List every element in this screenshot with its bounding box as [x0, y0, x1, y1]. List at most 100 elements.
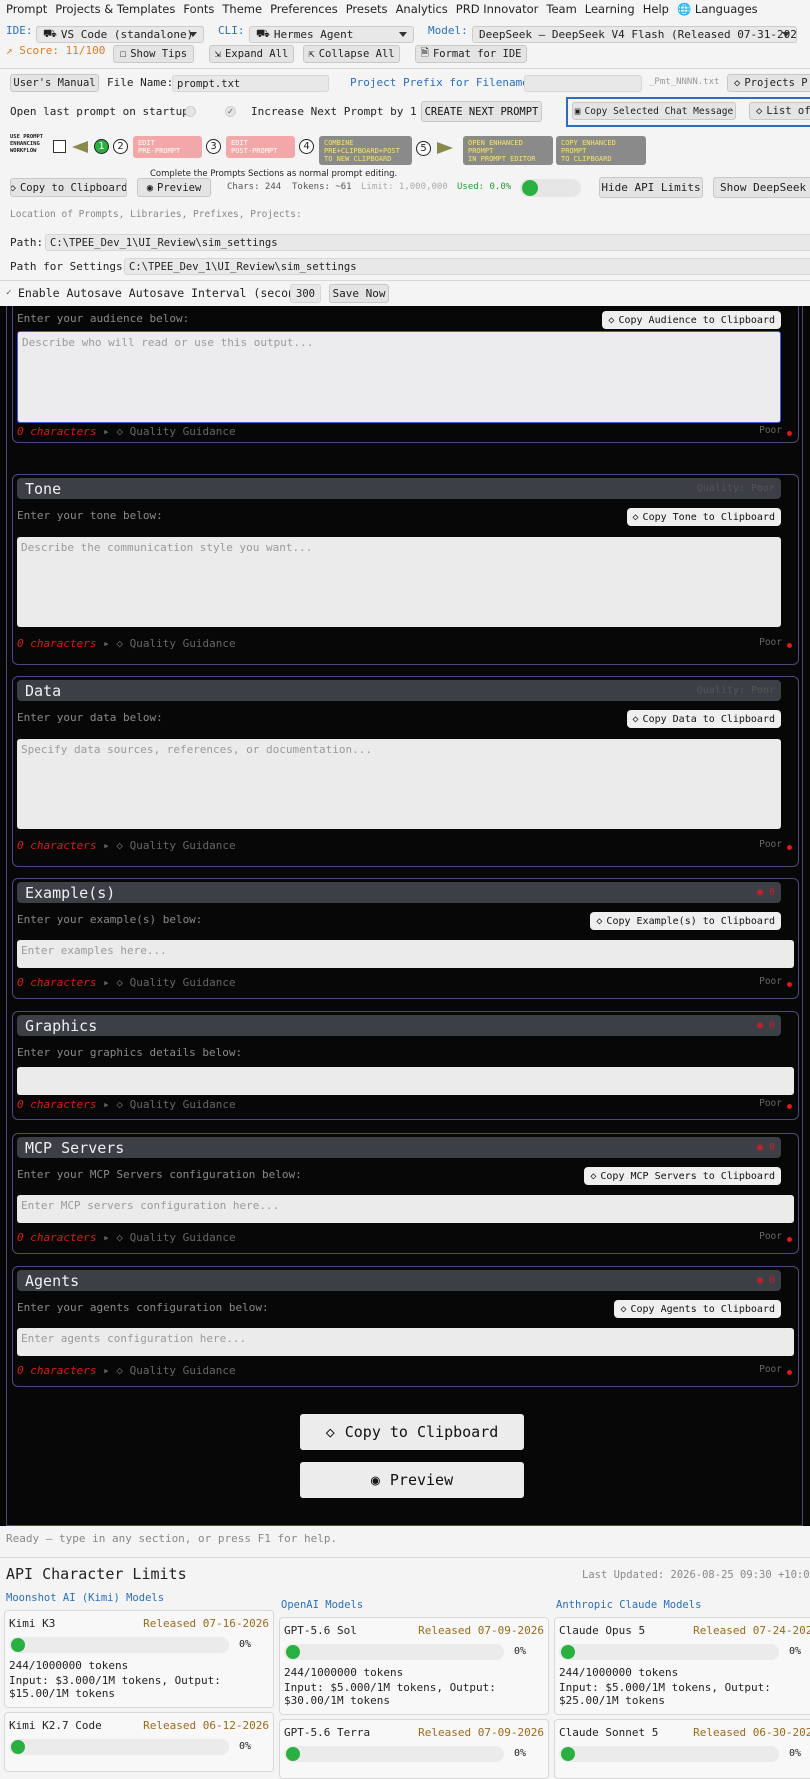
autosave-interval-input[interactable]: 300 [290, 284, 321, 303]
copy-data-button[interactable]: ◇ Copy Data to Clipboard [626, 710, 781, 728]
copy-to-clipboard-button[interactable]: ◇ Copy to Clipboard [10, 178, 127, 197]
graphics-quality: ● 0 [756, 1019, 775, 1031]
graphics-header[interactable]: Graphics ● 0 [17, 1015, 781, 1036]
cli-select-value: Hermes Agent [273, 28, 354, 41]
bottom-preview-button[interactable]: ◉ Preview [300, 1462, 524, 1498]
copy-examples-button[interactable]: ◇ Copy Example(s) to Clipboard [590, 912, 781, 930]
data-header[interactable]: Data Quality: Poor [17, 680, 781, 701]
location-label: Location of Prompts, Libraries, Prefixes… [10, 209, 302, 220]
agents-input[interactable]: Enter agents configuration here... [17, 1328, 794, 1356]
open-enhanced-button[interactable]: OPEN ENHANCED PROMPT IN PROMPT EDITOR [463, 136, 553, 165]
menu-prompt[interactable]: Prompt [6, 2, 47, 16]
quality-guidance-toggle[interactable]: ▸ ◇ Quality Guidance [103, 839, 235, 852]
settings-path-input[interactable]: C:\TPEE_Dev_1\UI_Review\sim_settings [124, 258, 810, 275]
graphics-input[interactable] [17, 1067, 794, 1095]
usage-percent: 0% [789, 1748, 802, 1759]
ide-select[interactable]: ⛟ VS Code (standalone) [36, 26, 204, 43]
clipboard-icon: ◇ [325, 1423, 335, 1441]
copy-tone-label: Copy Tone to Clipboard [642, 511, 775, 523]
examples-header[interactable]: Example(s) ● 0 [17, 882, 781, 903]
edit-post-prompt-button[interactable]: EDIT POST-PROMPT [226, 136, 295, 158]
status-dot-icon [787, 1237, 792, 1242]
menu-team[interactable]: Team [546, 2, 576, 16]
model-select[interactable]: DeepSeek — DeepSeek V4 Flash (Released 0… [472, 26, 797, 43]
menu-projects-templates[interactable]: Projects & Templates [55, 2, 175, 16]
tone-textarea[interactable]: Describe the communication style you wan… [17, 537, 781, 627]
pricing: Input: $3.000/1M tokens, Output: $15.00/… [9, 1674, 221, 1700]
menu-learning[interactable]: Learning [585, 2, 635, 16]
mcp-footer: 0 characters ▸ ◇ Quality Guidance Poor [17, 1231, 794, 1245]
autosave-checkbox[interactable]: ✓ [6, 288, 11, 298]
collapse-all-button[interactable]: ⇱ Collapse All [303, 45, 400, 63]
tag-icon: ◇ [756, 105, 763, 117]
quality-guidance-toggle[interactable]: ▸ ◇ Quality Guidance [103, 976, 235, 989]
quality-guidance-toggle[interactable]: ▸ ◇ Quality Guidance [103, 1098, 235, 1111]
audience-textarea[interactable]: Describe who will read or use this outpu… [17, 331, 781, 423]
quality-guidance-toggle[interactable]: ▸ ◇ Quality Guidance [103, 1364, 235, 1377]
save-now-button[interactable]: Save Now [329, 284, 389, 303]
menu-fonts[interactable]: Fonts [183, 2, 214, 16]
prefix-input[interactable] [524, 75, 642, 92]
preview-button[interactable]: ◉ Preview [137, 178, 211, 197]
cli-select[interactable]: ⛟ Hermes Agent [249, 26, 414, 43]
clipboard-icon: ◇ [596, 915, 603, 927]
show-tips-button[interactable]: ☐ Show Tips [113, 45, 194, 63]
copy-selected-label: Copy Selected Chat Message [584, 105, 734, 117]
create-next-prompt-button[interactable]: CREATE NEXT PROMPT [421, 101, 542, 122]
tone-quality: Quality: Poor [696, 482, 775, 494]
usage-percent: 0% [789, 1646, 802, 1657]
examples-footer: 0 characters ▸ ◇ Quality Guidance Poor [17, 976, 794, 990]
expand-all-button[interactable]: ⇲ Expand All [209, 45, 294, 63]
chevron-down-icon [782, 31, 790, 37]
format-ide-button[interactable]: 🗎 Format for IDE [415, 45, 527, 63]
tone-header[interactable]: Tone Quality: Poor [17, 478, 781, 499]
clipboard-icon: ◇ [632, 511, 639, 523]
audience-footer: 0 characters ▸ ◇ Quality Guidance Poor [17, 425, 794, 439]
quality-guidance-label: Quality Guidance [129, 1364, 236, 1377]
open-last-toggle[interactable] [185, 106, 196, 117]
edit-pre-prompt-button[interactable]: EDIT PRE-PROMPT [133, 136, 202, 158]
users-manual-button[interactable]: User's Manual [10, 74, 99, 92]
bottom-copy-to-clipboard-button[interactable]: ◇ Copy to Clipboard [300, 1414, 524, 1450]
clipboard-icon: ◇ [620, 1303, 627, 1315]
quality-guidance-toggle[interactable]: ▸ ◇ Quality Guidance [103, 637, 235, 650]
menu-languages[interactable]: 🌐 Languages [677, 2, 758, 16]
workflow-checkbox[interactable] [53, 140, 66, 153]
increase-next-checkbox[interactable]: ✓ [225, 106, 236, 117]
menu-help[interactable]: Help [643, 2, 669, 16]
list-of-button[interactable]: ◇ List of [749, 102, 810, 120]
copy-agents-button[interactable]: ◇ Copy Agents to Clipboard [614, 1300, 781, 1318]
mcp-input[interactable]: Enter MCP servers configuration here... [17, 1195, 794, 1223]
usage-percent: 0% [514, 1646, 527, 1657]
usage-bar [559, 1746, 779, 1762]
copy-tone-button[interactable]: ◇ Copy Tone to Clipboard [626, 508, 781, 526]
copy-audience-button[interactable]: ◇ Copy Audience to Clipboard [602, 311, 781, 329]
usage-bar-knob [522, 180, 538, 196]
menu-preferences[interactable]: Preferences [270, 2, 338, 16]
mcp-header[interactable]: MCP Servers ● 0 [17, 1137, 781, 1158]
quality-guidance-toggle[interactable]: ▸ ◇ Quality Guidance [103, 425, 235, 438]
quality-guidance-toggle[interactable]: ▸ ◇ Quality Guidance [103, 1231, 235, 1244]
path-input[interactable]: C:\TPEE_Dev_1\UI_Review\sim_settings [45, 234, 810, 251]
menu-analytics[interactable]: Analytics [396, 2, 448, 16]
data-textarea[interactable]: Specify data sources, references, or doc… [17, 739, 781, 829]
projects-button[interactable]: ◇ Projects P [727, 74, 810, 92]
step-3-icon: 3 [206, 139, 221, 154]
hide-api-limits-button[interactable]: Hide API Limits [599, 177, 703, 198]
menu-theme[interactable]: Theme [222, 2, 262, 16]
menu-presets[interactable]: Presets [346, 2, 388, 16]
quality-guidance-label: Quality Guidance [129, 425, 236, 438]
agents-header[interactable]: Agents ● 0 [17, 1270, 781, 1291]
copy-mcp-button[interactable]: ◇ Copy MCP Servers to Clipboard [584, 1167, 781, 1185]
menu-prd-innovator[interactable]: PRD Innovator [456, 2, 539, 16]
tone-title: Tone [25, 479, 62, 498]
copy-selected-chat-button[interactable]: ▣ Copy Selected Chat Message [572, 102, 736, 120]
examples-input[interactable]: Enter examples here... [17, 940, 794, 968]
data-footer: 0 characters ▸ ◇ Quality Guidance Poor [17, 839, 794, 853]
file-name-input[interactable]: prompt.txt [172, 75, 329, 92]
show-deepseek-button[interactable]: Show DeepSeek / [713, 177, 810, 198]
char-count: Chars: 244 [227, 182, 282, 192]
collapse-icon: ⇱ [308, 48, 315, 60]
combine-button[interactable]: COMBINE PRE+CLIPBOARD+POST TO NEW CLIPBO… [319, 136, 412, 165]
copy-enhanced-button[interactable]: COPY ENHANCED PROMPT TO CLIPBOARD [556, 136, 646, 165]
